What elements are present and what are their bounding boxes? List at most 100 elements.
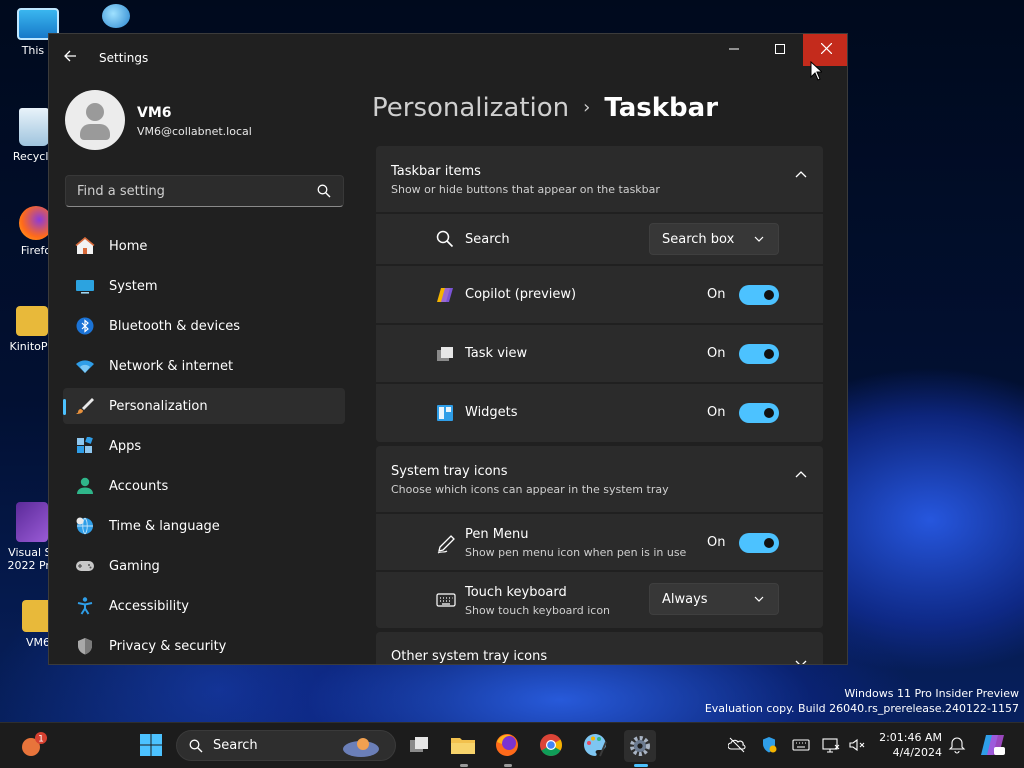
shield-icon	[78, 638, 92, 655]
visual-studio-icon	[16, 502, 48, 542]
sidebar-item-accessibility[interactable]: Accessibility	[63, 588, 345, 624]
system-tray-header[interactable]: System tray icons Choose which icons can…	[376, 446, 823, 512]
copilot-toggle[interactable]	[739, 285, 779, 305]
dropdown-value: Always	[662, 592, 708, 607]
breadcrumb: Personalization › Taskbar	[372, 91, 718, 128]
search-highlight-icon	[343, 738, 379, 757]
breadcrumb-separator: ›	[583, 97, 591, 118]
weather-icon: 1	[22, 732, 47, 756]
section-title: Other system tray icons	[391, 649, 548, 664]
folder-icon	[451, 738, 475, 754]
dropdown-value: Search box	[662, 232, 735, 247]
file-explorer-button[interactable]	[448, 730, 480, 767]
copilot-state-label: On	[707, 287, 726, 302]
weather-widget-button[interactable]: 1	[18, 730, 50, 762]
onedrive-offline-icon[interactable]	[728, 736, 746, 754]
watermark-line: Windows 11 Pro Insider Preview	[844, 687, 1019, 700]
chevron-down-icon	[795, 660, 807, 664]
section-title: Taskbar items	[391, 164, 481, 179]
sidebar-item-label: System	[109, 279, 158, 294]
taskbar-search-box[interactable]: Search	[176, 730, 396, 761]
chevron-down-icon	[754, 236, 764, 242]
sidebar-item-label: Gaming	[109, 559, 160, 574]
widgets-setting-row: Widgets On	[376, 382, 823, 442]
avatar[interactable]	[65, 90, 125, 150]
sidebar-item-label: Network & internet	[109, 359, 234, 374]
task-view-icon	[437, 347, 453, 361]
sidebar-item-label: Accounts	[109, 479, 169, 494]
gear-icon	[630, 736, 650, 756]
title-bar[interactable]: Settings	[49, 34, 847, 82]
copilot-icon[interactable]	[980, 732, 1006, 758]
watermark-line: Evaluation copy. Build 26040.rs_prerelea…	[704, 702, 1019, 715]
start-button[interactable]	[136, 730, 168, 762]
settings-window: Settings VM6 VM6@collabnet.local Find a …	[48, 33, 848, 665]
pen-menu-toggle[interactable]	[739, 533, 779, 553]
speaker-muted-icon[interactable]	[848, 736, 866, 754]
search-placeholder: Find a setting	[77, 184, 165, 199]
sidebar-item-label: Home	[109, 239, 148, 254]
keyboard-icon[interactable]	[792, 736, 810, 754]
other-tray-section[interactable]: Other system tray icons	[376, 632, 823, 664]
sidebar-item-accounts[interactable]: Accounts	[63, 468, 345, 504]
pen-menu-setting-row: Pen Menu Show pen menu icon when pen is …	[376, 512, 823, 570]
breadcrumb-parent[interactable]: Personalization	[372, 93, 569, 123]
firefox-button[interactable]	[492, 730, 524, 767]
task-view-button[interactable]	[404, 730, 436, 762]
search-icon	[317, 184, 331, 198]
sidebar-item-label: Bluetooth & devices	[109, 319, 240, 334]
sidebar-item-label: Apps	[109, 439, 142, 454]
pen-menu-label: Pen Menu	[465, 527, 529, 542]
touch-keyboard-setting-row: Touch keyboard Show touch keyboard icon …	[376, 570, 823, 628]
widgets-icon	[437, 405, 453, 421]
globe-icon	[102, 4, 130, 28]
sidebar-item-apps[interactable]: Apps	[63, 428, 345, 464]
taskbar-items-header[interactable]: Taskbar items Show or hide buttons that …	[376, 146, 823, 212]
maximize-button[interactable]	[757, 34, 803, 66]
system-clock[interactable]: 2:01:46 AM 4/4/2024	[874, 730, 942, 760]
taskbar-items-section: Taskbar items Show or hide buttons that …	[376, 146, 823, 442]
toggle-knob	[764, 290, 774, 300]
accessibility-icon	[77, 597, 93, 615]
back-button[interactable]	[63, 48, 83, 68]
taskbar: 1 Search 2:01:46 AM 4/4/2024	[0, 722, 1024, 768]
page-title: Taskbar	[604, 93, 719, 123]
sidebar-item-time-language[interactable]: Time & language	[63, 508, 345, 544]
search-setting-label: Search	[465, 232, 510, 247]
widgets-toggle[interactable]	[739, 403, 779, 423]
sidebar-nav: Home System Bluetooth & devices Network …	[63, 228, 345, 664]
chrome-button[interactable]	[536, 730, 568, 762]
minimize-button[interactable]	[711, 34, 757, 66]
touch-keyboard-label: Touch keyboard	[465, 585, 567, 600]
chevron-up-icon	[795, 471, 807, 478]
clock-date: 4/4/2024	[892, 746, 942, 759]
sidebar-item-network[interactable]: Network & internet	[63, 348, 345, 384]
settings-taskbar-button[interactable]	[624, 730, 656, 767]
sidebar-item-label: Time & language	[109, 519, 220, 534]
evaluation-watermark: Windows 11 Pro Insider Preview Evaluatio…	[705, 686, 1019, 716]
security-shield-icon[interactable]	[760, 736, 778, 754]
windows-logo-icon	[140, 734, 162, 756]
copilot-icon	[437, 288, 453, 302]
chevron-up-icon	[795, 171, 807, 178]
sidebar-item-personalization[interactable]: Personalization	[63, 388, 345, 424]
running-indicator	[504, 764, 512, 767]
sidebar-item-bluetooth[interactable]: Bluetooth & devices	[63, 308, 345, 344]
profile-name: VM6	[137, 105, 172, 121]
search-mode-dropdown[interactable]: Search box	[649, 223, 779, 255]
chrome-icon	[540, 734, 562, 756]
sidebar-item-gaming[interactable]: Gaming	[63, 548, 345, 584]
notification-bell-icon[interactable]	[948, 736, 966, 754]
sidebar-item-home[interactable]: Home	[63, 228, 345, 264]
desktop-icon-network[interactable]	[88, 4, 144, 32]
search-input[interactable]: Find a setting	[65, 175, 344, 207]
widgets-state-label: On	[707, 405, 726, 420]
touch-keyboard-dropdown[interactable]: Always	[649, 583, 779, 615]
network-icon[interactable]	[822, 736, 840, 754]
sidebar-item-privacy[interactable]: Privacy & security	[63, 628, 345, 664]
pen-menu-description: Show pen menu icon when pen is in use	[465, 546, 687, 559]
sidebar-item-label: Privacy & security	[109, 639, 227, 654]
paint-button[interactable]	[580, 730, 612, 762]
task-view-toggle[interactable]	[739, 344, 779, 364]
sidebar-item-system[interactable]: System	[63, 268, 345, 304]
